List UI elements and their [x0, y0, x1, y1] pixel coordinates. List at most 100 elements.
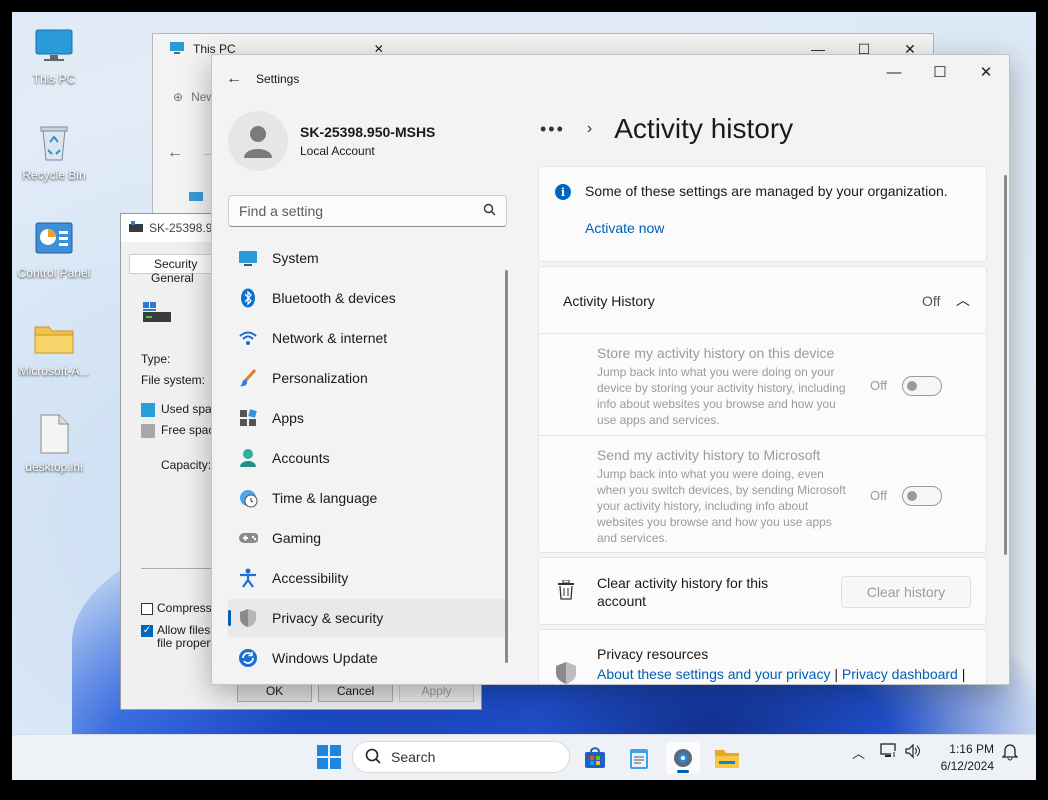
close-button[interactable]: ✕ [963, 55, 1009, 89]
settings-app-button[interactable] [666, 742, 700, 774]
desktop-icon-recycle-bin[interactable]: Recycle Bin [14, 120, 94, 182]
section-state: Off [922, 293, 941, 309]
desktop-icon-label: Microsoft-A... [18, 364, 90, 378]
chevron-up-icon[interactable]: ︿ [852, 743, 865, 762]
plus-icon: ⊕ [173, 90, 184, 104]
monitor-icon [169, 41, 185, 58]
desktop-icon-desktop-ini[interactable]: desktop.ini [14, 412, 94, 474]
sidebar-item-windows-update[interactable]: Windows Update [228, 639, 507, 677]
store-app-button[interactable] [578, 742, 612, 774]
desktop-icon-label: desktop.ini [25, 460, 83, 474]
find-setting-search[interactable] [228, 195, 507, 227]
maximize-button[interactable]: ☐ [917, 55, 963, 89]
settings-window-controls: — ☐ ✕ [871, 55, 1009, 89]
drive-large-icon [141, 300, 173, 329]
time-icon [238, 488, 258, 508]
user-icon [244, 126, 272, 158]
activity-history-header[interactable]: Activity History Off ︿ [539, 267, 986, 334]
sidebar-item-network[interactable]: Network & internet [228, 319, 507, 357]
update-icon [238, 648, 258, 668]
send-history-toggle[interactable] [902, 486, 942, 506]
activity-history-card: Activity History Off ︿ Store my activity… [538, 266, 987, 553]
profile-name: SK-25398.950-MSHS [300, 124, 436, 140]
sidebar-item-label: Gaming [272, 530, 322, 546]
clear-history-button[interactable]: Clear history [841, 576, 971, 608]
send-history-desc: Jump back into what you were doing, even… [597, 467, 846, 545]
sidebar-item-label: Windows Update [272, 650, 378, 666]
search-icon [483, 203, 496, 219]
store-history-desc: Jump back into what you were doing on yo… [597, 365, 846, 427]
file-explorer-app-button[interactable] [710, 742, 744, 774]
nav-scrollbar[interactable] [505, 270, 508, 663]
settings-nav: System Bluetooth & devices Network & int… [228, 239, 507, 679]
taskbar-search[interactable]: Search [352, 741, 570, 773]
chevron-right-icon: › [586, 120, 593, 137]
volume-icon[interactable] [904, 743, 922, 762]
new-button[interactable]: ⊕ New [173, 90, 215, 104]
desktop-icon-label: This PC [32, 72, 76, 86]
sidebar-item-accessibility[interactable]: Accessibility [228, 559, 507, 597]
notepad-app-button[interactable] [622, 742, 656, 774]
drive-icon [129, 220, 143, 236]
system-clock[interactable]: 1:16 PM 6/12/2024 [941, 741, 994, 775]
store-toggle-state: Off [870, 378, 888, 393]
sidebar-item-system[interactable]: System [228, 239, 507, 277]
more-breadcrumb-icon[interactable]: ••• [540, 119, 565, 140]
network-icon[interactable] [880, 743, 898, 762]
desktop-icon-folder[interactable]: Microsoft-A... [14, 316, 94, 378]
sidebar-item-label: Privacy & security [272, 610, 384, 626]
search-input[interactable] [239, 203, 459, 219]
divider [141, 568, 221, 569]
shield-icon [238, 608, 258, 628]
send-toggle-state: Off [870, 488, 888, 503]
sidebar-item-label: Apps [272, 410, 304, 426]
settings-window[interactable]: ← Settings — ☐ ✕ SK-25398.950-MSHS Local… [211, 54, 1010, 685]
drive-icon [189, 190, 203, 205]
privacy-dashboard-link[interactable]: Privacy dashboard [842, 666, 958, 682]
monitor-icon [32, 24, 76, 68]
sidebar-item-time-language[interactable]: Time & language [228, 479, 507, 517]
sidebar-item-personalization[interactable]: Personalization [228, 359, 507, 397]
minimize-button[interactable]: — [871, 55, 917, 89]
desktop-icon-label: Recycle Bin [22, 168, 86, 182]
link-separator: | [834, 666, 838, 682]
page-title: Activity history [614, 113, 794, 144]
accounts-icon [238, 448, 258, 468]
sidebar-item-gaming[interactable]: Gaming [228, 519, 507, 557]
clock-time: 1:16 PM [949, 742, 994, 756]
type-label: Type: [141, 352, 171, 366]
clock-date: 6/12/2024 [940, 759, 994, 773]
user-profile[interactable]: SK-25398.950-MSHS Local Account [228, 111, 435, 171]
sidebar-item-apps[interactable]: Apps [228, 399, 507, 437]
checkbox-icon [141, 602, 153, 615]
recycle-bin-icon [32, 120, 76, 164]
sidebar-item-bluetooth[interactable]: Bluetooth & devices [228, 279, 507, 317]
store-history-toggle[interactable] [902, 376, 942, 396]
sidebar-item-accounts[interactable]: Accounts [228, 439, 507, 477]
sidebar-item-privacy-security[interactable]: Privacy & security [228, 599, 507, 637]
back-arrow-icon[interactable]: ← [212, 70, 256, 88]
sidebar-item-label: Personalization [272, 370, 368, 386]
breadcrumb: ••• › Activity history [540, 113, 793, 145]
notification-icon[interactable] [1001, 743, 1019, 764]
chevron-up-icon: ︿ [956, 292, 970, 308]
trash-icon [557, 579, 575, 603]
store-history-title: Store my activity history on this device [597, 345, 835, 361]
desktop-icon-this-pc[interactable]: This PC [14, 24, 94, 86]
back-arrow-icon[interactable]: ← [167, 144, 183, 162]
tab-general[interactable]: General [151, 271, 194, 285]
settings-titlebar: ← Settings — ☐ ✕ [212, 55, 1009, 103]
about-privacy-link[interactable]: About these settings and your privacy [597, 666, 830, 682]
windows-logo-icon [317, 745, 341, 769]
free-space-row: Free space [141, 423, 221, 438]
activate-now-link[interactable]: Activate now [585, 220, 664, 236]
control-panel-icon [32, 218, 76, 262]
privacy-resources-card: Privacy resources About these settings a… [538, 629, 987, 684]
desktop-icon-control-panel[interactable]: Control Panel [14, 218, 94, 280]
send-history-row: Send my activity history to Microsoft Ju… [539, 437, 986, 553]
start-button[interactable] [316, 744, 344, 772]
content-scrollbar[interactable] [1004, 175, 1007, 555]
file-system-label: File system: [141, 373, 206, 387]
file-icon [32, 412, 76, 456]
allow-index-checkbox[interactable]: ✓ Allow files o [141, 623, 220, 637]
